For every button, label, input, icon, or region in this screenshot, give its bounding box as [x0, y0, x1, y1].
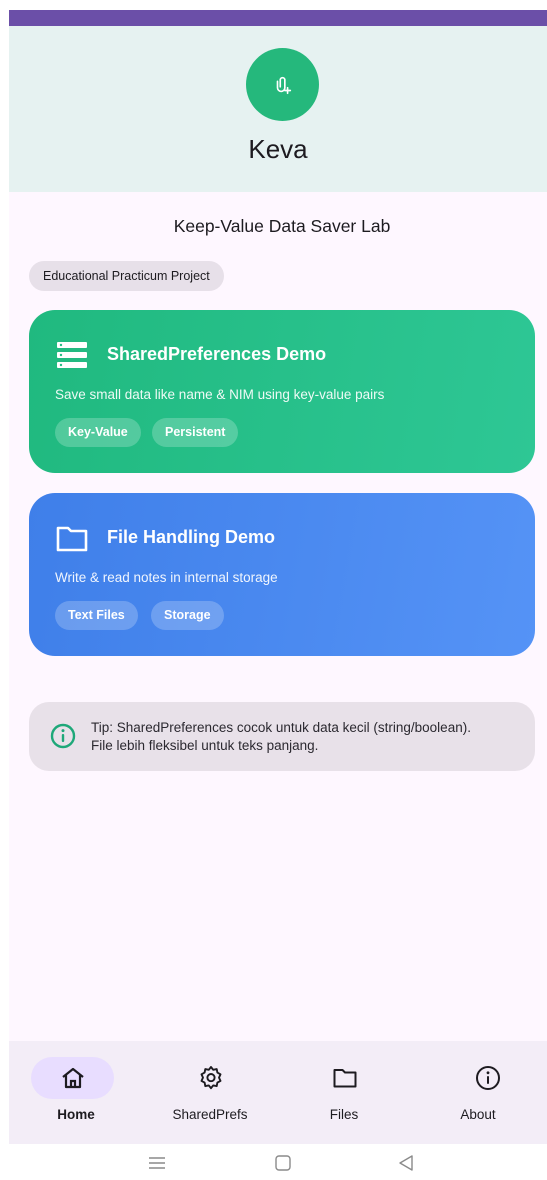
back-triangle-icon[interactable]	[395, 1152, 417, 1174]
app-screen: Keva Keep-Value Data Saver Lab Education…	[9, 10, 547, 1144]
nav-about[interactable]: About	[411, 1041, 545, 1144]
tag-key-value: Key-Value	[55, 418, 141, 447]
settings-gear-icon	[200, 1066, 222, 1090]
attach-file-icon	[276, 76, 291, 94]
tip-box: Tip: SharedPreferences cocok untuk data …	[29, 702, 535, 771]
home-square-icon[interactable]	[272, 1152, 294, 1174]
tip-line-1: Tip: SharedPreferences cocok untuk data …	[91, 720, 471, 735]
list-icon	[57, 342, 87, 368]
page-title: Keep-Value Data Saver Lab	[173, 216, 391, 236]
nav-home[interactable]: Home	[9, 1041, 143, 1144]
card-title: File Handling Demo	[107, 527, 276, 547]
home-icon	[62, 1067, 84, 1089]
nav-sharedprefs[interactable]: SharedPrefs	[143, 1041, 277, 1144]
tag-persistent: Persistent	[152, 418, 239, 447]
app-name: Keva	[248, 134, 308, 164]
file-handling-card[interactable]: File Handling Demo Write & read notes in…	[29, 493, 535, 656]
project-chip: Educational Practicum Project	[29, 261, 224, 291]
status-bar	[9, 10, 547, 26]
folder-icon	[56, 526, 88, 552]
card-description: Save small data like name & NIM using ke…	[55, 387, 385, 402]
bottom-navigation: Home SharedPrefs Files About	[9, 1041, 547, 1144]
tip-text: Tip: SharedPreferences cocok untuk data …	[91, 719, 521, 755]
shared-preferences-card[interactable]: SharedPreferences Demo Save small data l…	[29, 310, 535, 473]
info-icon	[50, 723, 76, 749]
info-icon	[476, 1066, 500, 1090]
system-navigation-bar	[0, 1150, 547, 1180]
folder-icon	[333, 1069, 357, 1088]
app-logo	[246, 48, 319, 121]
card-description: Write & read notes in internal storage	[55, 570, 278, 585]
card-title: SharedPreferences Demo	[107, 344, 327, 364]
nav-label: SharedPrefs	[172, 1107, 248, 1122]
nav-label: About	[460, 1107, 496, 1122]
tag-text-files: Text Files	[55, 601, 138, 630]
tip-line-2: File lebih fleksibel untuk teks panjang.	[91, 738, 319, 753]
menu-icon[interactable]	[146, 1152, 168, 1174]
nav-label: Home	[57, 1107, 95, 1122]
tag-storage: Storage	[151, 601, 224, 630]
nav-label: Files	[329, 1107, 359, 1122]
nav-files[interactable]: Files	[277, 1041, 411, 1144]
app-header: Keva	[9, 26, 547, 192]
